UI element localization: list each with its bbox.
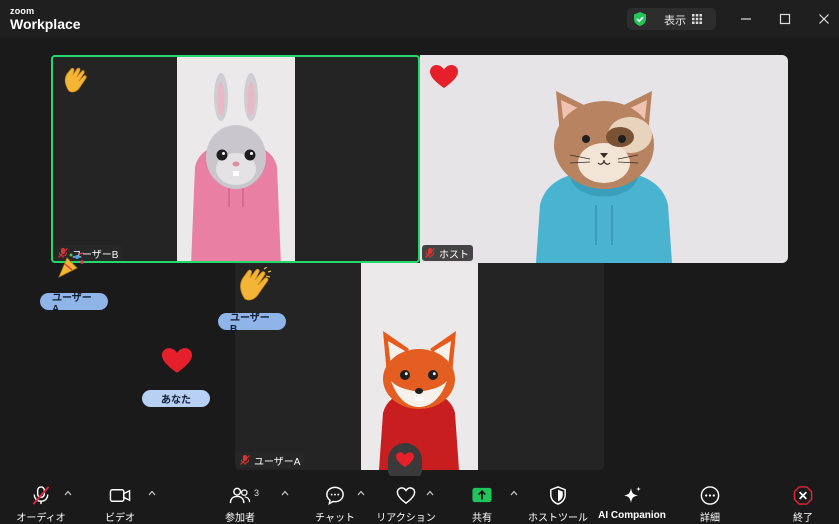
video-label: ビデオ bbox=[105, 513, 135, 524]
name-tag-label: ユーザーA bbox=[254, 456, 301, 468]
video-tile-user-a[interactable]: ユーザーA bbox=[235, 263, 604, 470]
host-shield-icon bbox=[550, 486, 566, 505]
chat-bubble-icon bbox=[326, 486, 344, 506]
participants-button[interactable]: 参加者 bbox=[218, 476, 262, 524]
name-tag-user-a: ユーザーA bbox=[237, 452, 305, 468]
video-camera-icon bbox=[109, 489, 131, 502]
reaction-bubble-user-b: ユーザーB bbox=[218, 313, 286, 335]
reaction-bubble-you: あなた bbox=[142, 390, 210, 407]
view-label: 表示 bbox=[664, 15, 686, 27]
video-button[interactable]: ビデオ bbox=[100, 476, 140, 524]
video-stage: ユーザーB ホスト ユーザーA ユーザーA ユーザーB あなた bbox=[0, 38, 839, 477]
participants-label: 参加者 bbox=[225, 513, 255, 524]
view-button[interactable]: 表示 bbox=[627, 8, 716, 30]
host-tools-button[interactable]: ホストツール bbox=[528, 476, 588, 524]
mic-muted-icon bbox=[425, 248, 435, 258]
chevron-up-icon[interactable] bbox=[426, 490, 434, 496]
chevron-up-icon[interactable] bbox=[148, 490, 156, 496]
video-tile-host[interactable]: ホスト bbox=[420, 55, 788, 263]
reaction-badge bbox=[388, 443, 422, 477]
audio-label: オーディオ bbox=[16, 513, 66, 524]
reaction-bubble-label: ユーザーB bbox=[230, 312, 270, 335]
chat-label: チャット bbox=[315, 513, 355, 524]
video-feed-user-b bbox=[177, 57, 295, 261]
more-button[interactable]: 詳細 bbox=[692, 476, 728, 524]
more-label: 詳細 bbox=[700, 513, 720, 524]
host-tools-label: ホストツール bbox=[528, 513, 588, 524]
minimize-icon[interactable] bbox=[737, 10, 755, 28]
chat-button[interactable]: チャット bbox=[313, 476, 357, 524]
ai-companion-label: AI Companion bbox=[598, 510, 666, 521]
heart-reaction-icon bbox=[396, 452, 414, 468]
share-screen-icon bbox=[472, 487, 492, 503]
sparkle-icon bbox=[624, 486, 641, 503]
audio-button[interactable]: オーディオ bbox=[16, 476, 66, 524]
meeting-toolbar: オーディオ ビデオ 参加者 3 チャット リアクション 共有 ホストツール AI… bbox=[0, 476, 839, 524]
chevron-up-icon[interactable] bbox=[64, 490, 72, 496]
name-tag-label: ホスト bbox=[439, 249, 469, 261]
share-label: 共有 bbox=[472, 513, 492, 524]
more-options-icon bbox=[700, 486, 720, 505]
logo-small-text: zoom bbox=[10, 6, 35, 16]
app-logo: zoom Workplace bbox=[10, 6, 81, 32]
end-meeting-button[interactable]: 終了 bbox=[786, 476, 820, 524]
clapping-hands-icon bbox=[64, 67, 87, 93]
share-button[interactable]: 共有 bbox=[466, 476, 498, 524]
reaction-bubble-label: ユーザーA bbox=[52, 292, 92, 315]
reaction-bubble-label: あなた bbox=[161, 395, 191, 406]
heart-reaction-icon bbox=[162, 348, 192, 373]
fox-avatar bbox=[379, 331, 459, 470]
security-shield-icon bbox=[634, 12, 646, 26]
reactions-button[interactable]: リアクション bbox=[376, 476, 436, 524]
grid-icon bbox=[692, 14, 702, 24]
logo-large-text: Workplace bbox=[10, 16, 81, 32]
rabbit-avatar bbox=[191, 73, 281, 261]
video-tile-user-b[interactable]: ユーザーB bbox=[51, 55, 420, 263]
participants-count: 3 bbox=[254, 488, 260, 498]
ai-companion-button[interactable]: AI Companion bbox=[596, 476, 668, 524]
heart-outline-icon bbox=[396, 487, 416, 505]
chevron-up-icon[interactable] bbox=[281, 490, 289, 496]
heart-reaction-icon bbox=[430, 65, 458, 88]
name-tag-host: ホスト bbox=[422, 245, 473, 261]
end-meeting-icon bbox=[793, 486, 813, 505]
clapping-hands-icon bbox=[240, 267, 272, 301]
participants-icon bbox=[229, 487, 251, 504]
cat-avatar bbox=[536, 91, 672, 263]
end-label: 終了 bbox=[793, 513, 813, 524]
maximize-icon[interactable] bbox=[776, 10, 794, 28]
reaction-bubble-user-a: ユーザーA bbox=[40, 293, 108, 315]
close-icon[interactable] bbox=[815, 10, 833, 28]
chevron-up-icon[interactable] bbox=[510, 490, 518, 496]
title-bar: zoom Workplace 表示 bbox=[0, 0, 839, 38]
chevron-up-icon[interactable] bbox=[357, 490, 365, 496]
reactions-label: リアクション bbox=[376, 513, 436, 524]
mic-muted-icon bbox=[240, 455, 250, 465]
mic-muted-icon bbox=[32, 486, 50, 505]
video-feed-user-a bbox=[361, 263, 478, 470]
party-popper-icon bbox=[58, 252, 85, 278]
